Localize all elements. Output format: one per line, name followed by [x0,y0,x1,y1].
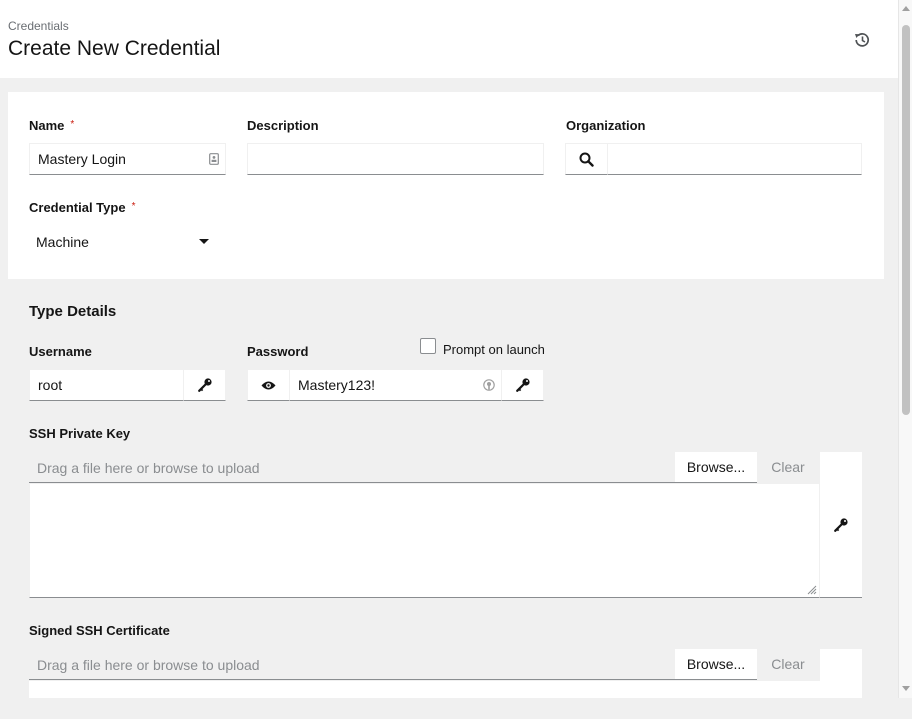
ssh-private-key-placeholder: Drag a file here or browse to upload [37,460,260,476]
username-input[interactable]: root [29,369,184,401]
password-label: Password [247,344,309,359]
contact-card-icon [209,153,219,165]
breadcrumb[interactable]: Credentials [8,19,69,33]
signed-ssh-certificate-clear-button[interactable]: Clear [757,649,819,680]
password-credential-lookup-button[interactable] [501,369,544,401]
description-input[interactable] [247,143,544,175]
username-credential-lookup-button[interactable] [183,369,226,401]
required-marker: * [70,119,75,130]
eye-icon [261,381,276,389]
history-icon[interactable] [853,31,871,49]
prompt-on-launch-checkbox[interactable] [420,338,436,354]
credential-type-label: Credential Type * [29,200,136,215]
ssh-private-key-credential-lookup-button[interactable] [820,452,862,598]
key-icon [515,378,530,392]
ssh-private-key-browse-button[interactable]: Browse... [675,452,757,482]
signed-ssh-certificate-textarea[interactable] [29,681,820,698]
chevron-down-icon [199,239,209,244]
prompt-on-launch-label: Prompt on launch [443,342,545,357]
ssh-private-key-textarea[interactable] [29,483,820,598]
organization-label: Organization [566,118,646,133]
password-input[interactable]: Mastery123! [289,369,502,401]
scroll-thumb[interactable] [902,25,910,415]
ssh-private-key-dropzone[interactable]: Drag a file here or browse to upload Bro… [29,452,757,483]
name-input[interactable]: Mastery Login [29,143,226,175]
key-icon [834,517,848,532]
credential-type-select[interactable]: Machine [29,228,219,256]
page-scrollbar[interactable] [898,0,912,698]
signed-ssh-certificate-placeholder: Drag a file here or browse to upload [37,657,260,673]
scroll-down-arrow-icon[interactable] [902,686,910,691]
name-label: Name * [29,118,75,133]
organization-input[interactable] [607,143,862,175]
credential-type-value: Machine [36,234,89,250]
ssh-private-key-label: SSH Private Key [29,426,131,441]
username-label: Username [29,344,92,359]
scroll-up-arrow-icon[interactable] [902,6,910,11]
description-label: Description [247,118,319,133]
organization-lookup-button[interactable] [565,143,608,175]
page-title: Create New Credential [8,37,221,60]
key-icon [197,378,212,392]
password-manager-icon [483,379,495,391]
signed-ssh-certificate-credential-lookup-button[interactable] [820,649,862,698]
signed-ssh-certificate-label: Signed SSH Certificate [29,623,170,638]
page-header: Credentials Create New Credential [0,0,898,78]
type-details-title: Type Details [29,303,117,320]
required-marker: * [131,201,136,212]
signed-ssh-certificate-browse-button[interactable]: Browse... [675,649,757,679]
show-password-button[interactable] [247,369,290,401]
search-icon [579,152,594,167]
ssh-private-key-clear-button[interactable]: Clear [757,452,819,483]
signed-ssh-certificate-dropzone[interactable]: Drag a file here or browse to upload Bro… [29,649,757,680]
resize-handle-icon[interactable] [807,585,817,595]
